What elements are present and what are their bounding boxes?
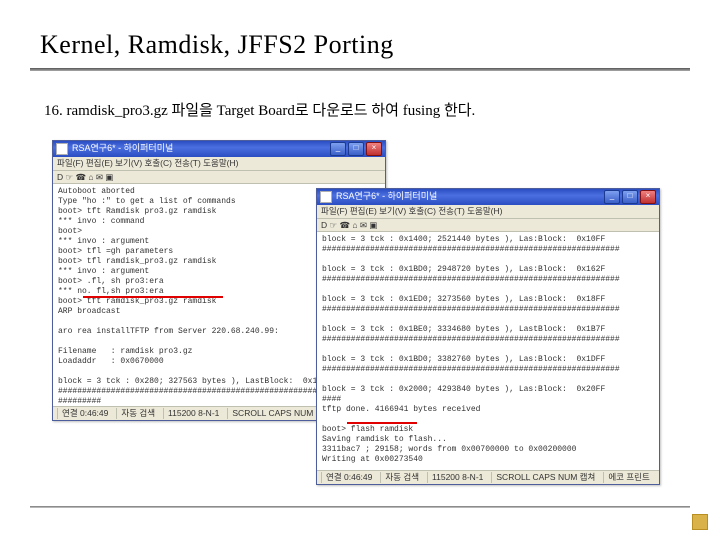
app-icon <box>320 191 332 203</box>
page-title: Kernel, Ramdisk, JFFS2 Porting <box>40 30 690 60</box>
toolbar-2[interactable]: D ☞ ☎ ⌂ ✉ ▣ <box>317 219 659 233</box>
window-title-2: RSA연구6* - 하이퍼터미널 <box>336 191 604 202</box>
title-underline <box>30 68 690 71</box>
close-button[interactable]: × <box>366 142 382 156</box>
toolbar-1[interactable]: D ☞ ☎ ⌂ ✉ ▣ <box>53 171 385 185</box>
titlebar-1: RSA연구6* - 하이퍼터미널 _ □ × <box>53 141 385 157</box>
status-detect: 자동 검색 <box>380 472 419 483</box>
status-echo: 에코 프린트 <box>603 472 649 483</box>
status-conn: 연결 0:46:49 <box>321 472 372 483</box>
terminal-window-2: RSA연구6* - 하이퍼터미널 _ □ × 파일(F) 편집(E) 보기(V)… <box>316 188 660 485</box>
window-title-1: RSA연구6* - 하이퍼터미널 <box>72 143 330 154</box>
status-baud: 115200 8-N-1 <box>163 408 219 419</box>
maximize-button[interactable]: □ <box>348 142 364 156</box>
status-detect: 자동 검색 <box>116 408 155 419</box>
screenshot-area: RSA연구6* - 하이퍼터미널 _ □ × 파일(F) 편집(E) 보기(V)… <box>52 140 690 470</box>
highlight-red-2 <box>347 422 417 424</box>
minimize-button[interactable]: _ <box>330 142 346 156</box>
status-conn: 연결 0:46:49 <box>57 408 108 419</box>
bottom-divider <box>30 506 690 508</box>
status-flags: SCROLL CAPS NUM 캡쳐 <box>491 472 595 483</box>
menubar-2[interactable]: 파일(F) 편집(E) 보기(V) 호출(C) 전송(T) 도움말(H) <box>317 205 659 219</box>
corner-square-icon <box>692 514 708 530</box>
minimize-button[interactable]: _ <box>604 190 620 204</box>
close-button[interactable]: × <box>640 190 656 204</box>
terminal-output-2: block = 3 tck : 0x1400; 2521440 bytes ),… <box>317 232 659 470</box>
titlebar-2: RSA연구6* - 하이퍼터미널 _ □ × <box>317 189 659 205</box>
app-icon <box>56 143 68 155</box>
status-baud: 115200 8-N-1 <box>427 472 483 483</box>
maximize-button[interactable]: □ <box>622 190 638 204</box>
highlight-red-1 <box>83 296 223 298</box>
menubar-1[interactable]: 파일(F) 편집(E) 보기(V) 호출(C) 전송(T) 도움말(H) <box>53 157 385 171</box>
page-subtitle: 16. ramdisk_pro3.gz 파일을 Target Board로 다운… <box>44 99 690 120</box>
statusbar-2: 연결 0:46:49 자동 검색 115200 8-N-1 SCROLL CAP… <box>317 470 659 484</box>
